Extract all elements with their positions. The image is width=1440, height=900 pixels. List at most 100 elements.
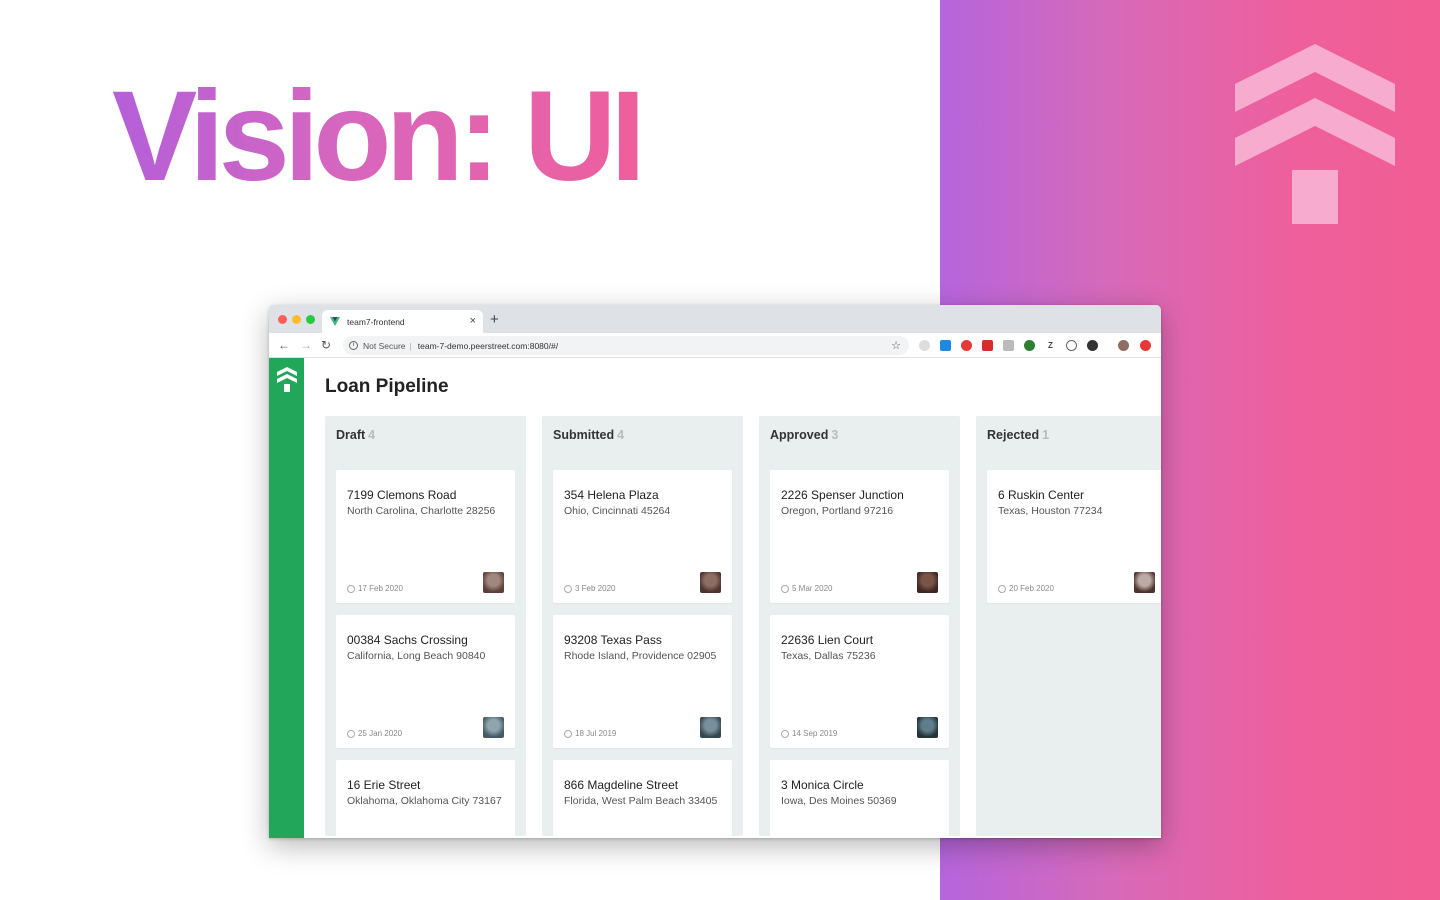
card-date-text: 14 Sep 2019 bbox=[792, 729, 838, 738]
card-street: 2226 Spenser Junction bbox=[781, 488, 904, 502]
card-date-text: 5 Mar 2020 bbox=[792, 584, 833, 593]
card-date-text: 20 Feb 2020 bbox=[1009, 584, 1054, 593]
assignee-avatar[interactable] bbox=[483, 717, 504, 738]
hero-title: Vision: UI bbox=[112, 60, 646, 214]
column-count: 3 bbox=[831, 428, 839, 442]
card-street: 16 Erie Street bbox=[347, 778, 421, 792]
card-city: Florida, West Palm Beach 33405 bbox=[564, 795, 718, 807]
address-bar[interactable]: i Not Secure | team-7-demo.peerstreet.co… bbox=[343, 336, 909, 355]
column-draft: Draft 4 7199 Clemons Road North Carolina, C… bbox=[325, 416, 526, 836]
back-arrow-icon[interactable]: ← bbox=[278, 338, 290, 352]
card-street: 93208 Texas Pass bbox=[564, 633, 662, 647]
extension-icon-8[interactable] bbox=[1066, 340, 1077, 351]
column-name: Submitted bbox=[553, 428, 615, 442]
extension-icon-7[interactable]: Z bbox=[1045, 340, 1056, 351]
card-street: 6 Ruskin Center bbox=[998, 488, 1085, 502]
clock-icon bbox=[347, 584, 355, 593]
github-icon[interactable] bbox=[1087, 340, 1098, 351]
card-date-text: 25 Jan 2020 bbox=[358, 729, 403, 738]
card-date-text: 17 Feb 2020 bbox=[358, 584, 403, 593]
loan-card[interactable]: 866 Magdeline Street Florida, West Palm B… bbox=[553, 760, 732, 836]
card-date: 3 Feb 2020 bbox=[564, 584, 615, 593]
card-street: 22636 Lien Court bbox=[781, 633, 874, 647]
clock-icon bbox=[347, 729, 355, 738]
loan-card[interactable]: 2226 Spenser Junction Oregon, Portland 97… bbox=[770, 470, 949, 603]
extension-icon-5[interactable] bbox=[1003, 340, 1014, 351]
card-city: Texas, Dallas 75236 bbox=[781, 650, 876, 662]
extension-icon-11[interactable] bbox=[1140, 340, 1151, 351]
evernote-icon[interactable] bbox=[1024, 340, 1035, 351]
url-text: team-7-demo.peerstreet.com:8080/#/ bbox=[417, 340, 559, 351]
app-content: Loan Pipeline Draft 4 7199 Clemons Road Nor… bbox=[269, 358, 1161, 838]
window-minimize-button[interactable] bbox=[292, 315, 301, 324]
brand-logo-icon bbox=[1235, 44, 1395, 224]
card-date: 18 Jul 2019 bbox=[564, 729, 616, 738]
bookmark-star-icon[interactable]: ☆ bbox=[891, 339, 901, 352]
column-name: Approved bbox=[770, 428, 829, 442]
loan-card[interactable]: 22636 Lien Court Texas, Dallas 75236 14 Se… bbox=[770, 615, 949, 748]
extension-icon-1[interactable] bbox=[919, 340, 930, 351]
card-city: North Carolina, Charlotte 28256 bbox=[347, 505, 496, 517]
info-icon[interactable]: i bbox=[349, 341, 358, 350]
browser-tab[interactable]: team7-frontend × bbox=[322, 310, 483, 333]
column-header: Rejected 1 bbox=[987, 428, 1049, 442]
clock-icon bbox=[781, 584, 789, 593]
extension-icon-2[interactable] bbox=[940, 340, 951, 351]
extension-icon-4[interactable] bbox=[982, 340, 993, 351]
clock-icon bbox=[781, 729, 789, 738]
card-date: 25 Jan 2020 bbox=[347, 729, 402, 738]
column-header: Submitted 4 bbox=[553, 428, 624, 442]
card-date-text: 18 Jul 2019 bbox=[575, 729, 617, 738]
clock-icon bbox=[564, 729, 572, 738]
assignee-avatar[interactable] bbox=[700, 717, 721, 738]
column-count: 4 bbox=[368, 428, 376, 442]
loan-card[interactable]: 6 Ruskin Center Texas, Houston 77234 20 Fe… bbox=[987, 470, 1161, 603]
loan-card[interactable]: 16 Erie Street Oklahoma, Oklahoma City 73… bbox=[336, 760, 515, 836]
loan-card[interactable]: 7199 Clemons Road North Carolina, Charlot… bbox=[336, 470, 515, 603]
new-tab-button[interactable]: + bbox=[490, 311, 499, 328]
column-approved: Approved 3 2226 Spenser Junction Oregon, Po… bbox=[759, 416, 960, 836]
loan-card[interactable]: 3 Monica Circle Iowa, Des Moines 50369 bbox=[770, 760, 949, 836]
tab-close-icon[interactable]: × bbox=[470, 315, 476, 327]
column-rejected: Rejected 1 6 Ruskin Center Texas, Houston 7… bbox=[976, 416, 1161, 836]
assignee-avatar[interactable] bbox=[700, 572, 721, 593]
assignee-avatar[interactable] bbox=[483, 572, 504, 593]
column-header: Approved 3 bbox=[770, 428, 838, 442]
column-count: 1 bbox=[1042, 428, 1050, 442]
card-city: Ohio, Cincinnati 45264 bbox=[564, 505, 671, 517]
card-date: 17 Feb 2020 bbox=[347, 584, 403, 593]
address-divider: | bbox=[409, 340, 412, 351]
card-city: California, Long Beach 90840 bbox=[347, 650, 486, 662]
column-header: Draft 4 bbox=[336, 428, 375, 442]
card-city: Texas, Houston 77234 bbox=[998, 505, 1103, 517]
page-title: Loan Pipeline bbox=[325, 376, 449, 397]
app-logo-icon[interactable] bbox=[277, 366, 297, 394]
card-street: 354 Helena Plaza bbox=[564, 488, 659, 502]
window-maximize-button[interactable] bbox=[306, 315, 315, 324]
window-close-button[interactable] bbox=[278, 315, 287, 324]
loan-card[interactable]: 93208 Texas Pass Rhode Island, Providence… bbox=[553, 615, 732, 748]
extension-icon-3[interactable] bbox=[961, 340, 972, 351]
column-count: 4 bbox=[617, 428, 625, 442]
card-street: 7199 Clemons Road bbox=[347, 488, 457, 502]
card-street: 866 Magdeline Street bbox=[564, 778, 679, 792]
assignee-avatar[interactable] bbox=[917, 572, 938, 593]
column-name: Rejected bbox=[987, 428, 1040, 442]
card-date: 5 Mar 2020 bbox=[781, 584, 832, 593]
browser-toolbar: ← → ↻ i Not Secure | team-7-demo.peerstr… bbox=[269, 333, 1161, 358]
loan-card[interactable]: 00384 Sachs Crossing California, Long Bea… bbox=[336, 615, 515, 748]
assignee-avatar[interactable] bbox=[917, 717, 938, 738]
card-city: Oklahoma, Oklahoma City 73167 bbox=[347, 795, 502, 807]
assignee-avatar[interactable] bbox=[1134, 572, 1155, 593]
profile-avatar-icon[interactable] bbox=[1118, 340, 1129, 351]
forward-arrow-icon[interactable]: → bbox=[300, 338, 312, 352]
security-label: Not Secure bbox=[363, 340, 406, 351]
loan-card[interactable]: 354 Helena Plaza Ohio, Cincinnati 45264 3 … bbox=[553, 470, 732, 603]
reload-icon[interactable]: ↻ bbox=[321, 338, 331, 352]
column-submitted: Submitted 4 354 Helena Plaza Ohio, Cincinna… bbox=[542, 416, 743, 836]
card-city: Rhode Island, Providence 02905 bbox=[564, 650, 717, 662]
card-date: 20 Feb 2020 bbox=[998, 584, 1054, 593]
clock-icon bbox=[564, 584, 572, 593]
card-date-text: 3 Feb 2020 bbox=[575, 584, 616, 593]
tab-bar: team7-frontend × + bbox=[269, 305, 1161, 333]
